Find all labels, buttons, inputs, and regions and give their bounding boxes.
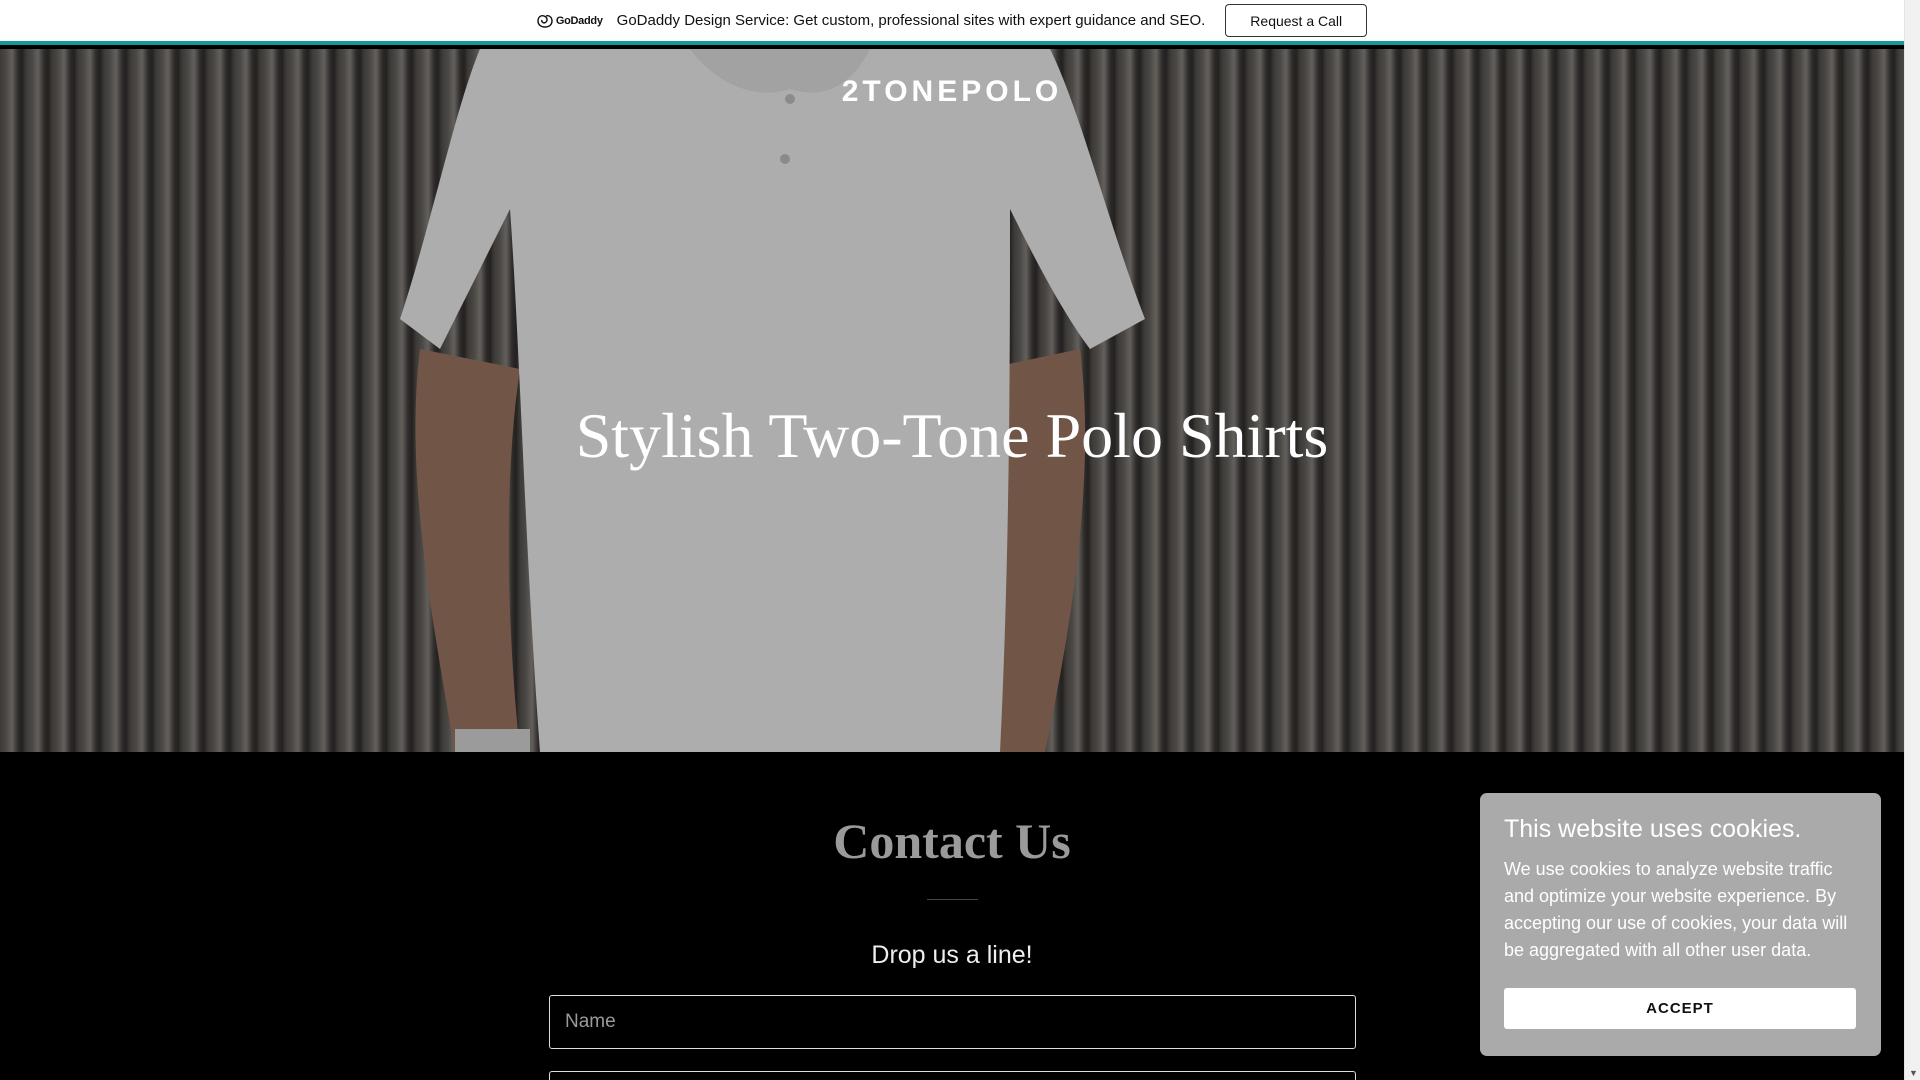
section-divider	[927, 899, 978, 900]
promo-message: GoDaddy Design Service: Get custom, prof…	[616, 12, 1206, 29]
accept-cookies-button[interactable]: ACCEPT	[1504, 988, 1856, 1029]
hero-section: 2TONEPOLO Stylish Two-Tone Polo Shirts	[0, 49, 1904, 752]
cookie-banner: This website uses cookies. We use cookie…	[1480, 793, 1881, 1056]
cookie-title: This website uses cookies.	[1504, 815, 1802, 843]
promo-banner: GoDaddy GoDaddy Design Service: Get cust…	[0, 0, 1904, 45]
scroll-down-icon[interactable]: ▼	[1909, 1069, 1918, 1078]
cookie-body: We use cookies to analyze website traffi…	[1504, 859, 1848, 960]
site-title[interactable]: 2TONEPOLO	[0, 75, 1904, 109]
email-input[interactable]	[549, 1071, 1356, 1080]
godaddy-logo-icon	[537, 14, 553, 28]
godaddy-logo-text: GoDaddy	[555, 14, 603, 27]
name-input[interactable]	[549, 995, 1356, 1049]
page-scrollbar[interactable]: ▼	[1904, 0, 1920, 1080]
godaddy-logo: GoDaddy	[537, 13, 603, 29]
hero-heading: Stylish Two-Tone Polo Shirts	[575, 400, 1329, 471]
request-call-button[interactable]: Request a Call	[1225, 4, 1368, 37]
